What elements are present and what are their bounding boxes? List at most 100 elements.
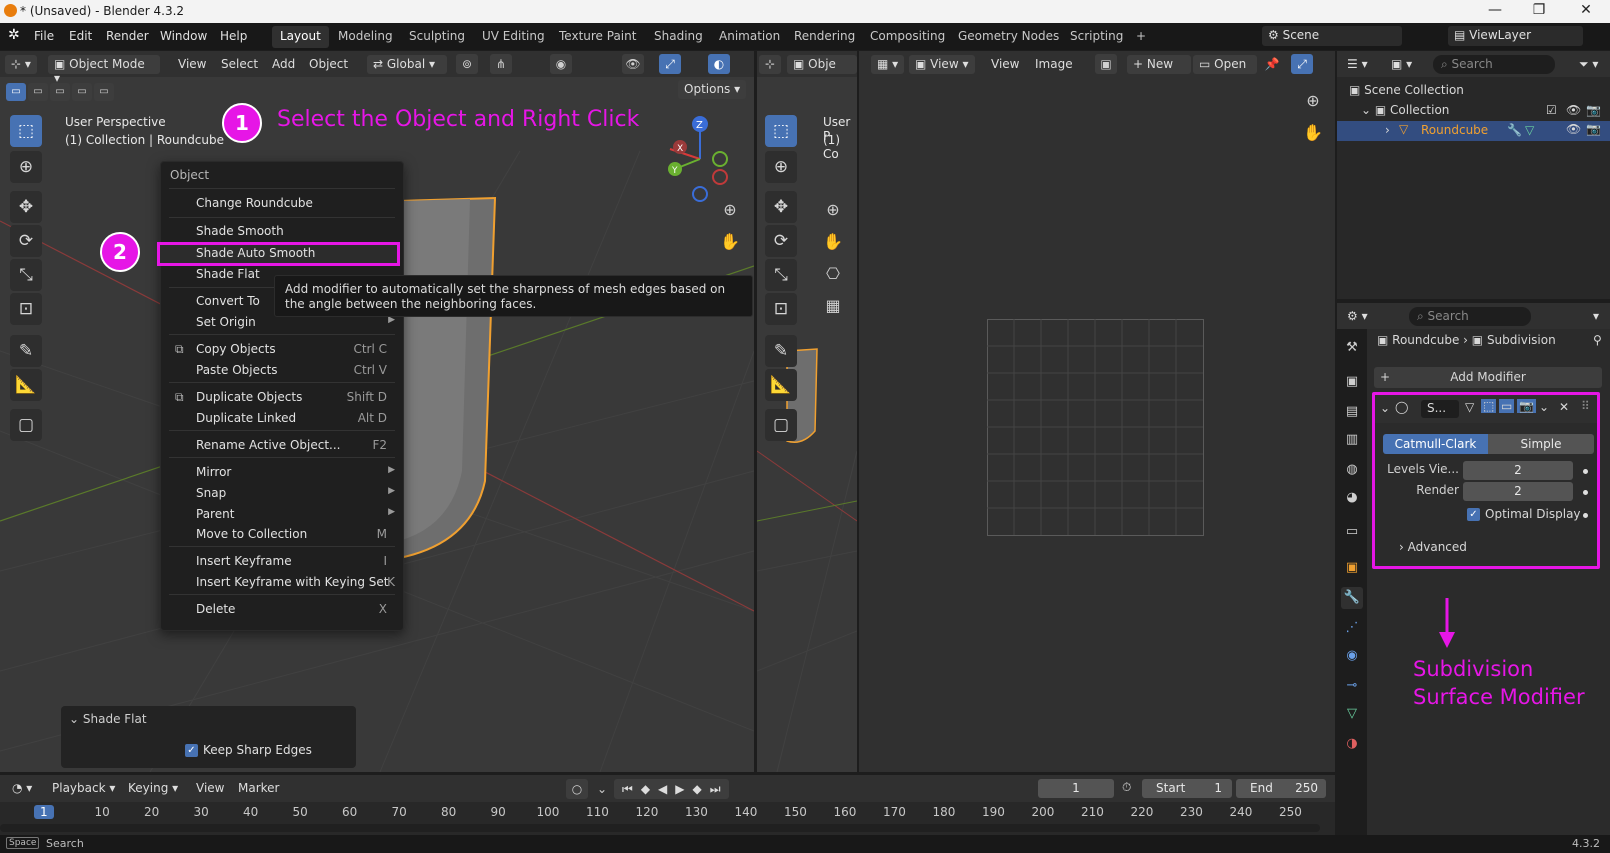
next-keyframe-icon[interactable]: ◆ bbox=[693, 782, 702, 796]
collection-tab-icon[interactable]: ▭ bbox=[1341, 521, 1363, 543]
annotate-tool[interactable]: ✎ bbox=[765, 335, 797, 367]
visibility-icon[interactable]: 👁 bbox=[622, 54, 644, 74]
select-extend-icon[interactable]: ▭ bbox=[28, 83, 48, 101]
view-mode-dropdown[interactable]: ▣ View ▾ bbox=[909, 55, 975, 74]
menu-item-duplicate-linked[interactable]: Duplicate Linked Alt D bbox=[161, 408, 403, 429]
menu-view[interactable]: View bbox=[172, 55, 212, 74]
remove-modifier-icon[interactable]: ✕ bbox=[1559, 400, 1569, 414]
proportional-edit-icon[interactable]: ◉ bbox=[550, 54, 572, 74]
zoom-icon[interactable]: ⊕ bbox=[1299, 87, 1327, 115]
material-tab-icon[interactable]: ◑ bbox=[1341, 733, 1363, 755]
object-mode-dropdown-secondary[interactable]: ▣ Obje bbox=[787, 55, 857, 74]
pan-hand-icon[interactable]: ✋ bbox=[819, 228, 847, 256]
menu-playback[interactable]: Playback ▾ bbox=[46, 779, 121, 798]
menu-view[interactable]: View bbox=[985, 55, 1025, 74]
move-tool[interactable]: ✥ bbox=[765, 191, 797, 223]
current-frame-field[interactable]: 1 bbox=[1038, 779, 1114, 798]
menu-image[interactable]: Image bbox=[1029, 55, 1079, 74]
menu-item-insert-keyframe-keying-set[interactable]: Insert Keyframe with Keying Set K bbox=[161, 572, 403, 593]
menu-item-paste-objects[interactable]: Paste Objects Ctrl V bbox=[161, 360, 403, 381]
timeline-editor-type[interactable]: ◔ ▾ bbox=[6, 779, 38, 798]
visibility-eye-icon[interactable]: 👁 bbox=[1566, 122, 1581, 136]
snap-icon[interactable]: ⋔ bbox=[490, 54, 512, 74]
add-cube-tool[interactable]: ▢ bbox=[765, 409, 797, 441]
properties-options-icon[interactable]: ▾ bbox=[1587, 307, 1605, 326]
select-invert-icon[interactable]: ▭ bbox=[72, 83, 92, 101]
pan-hand-icon[interactable]: ✋ bbox=[716, 228, 744, 256]
drag-handle-icon[interactable]: ⠿ bbox=[1581, 399, 1590, 413]
measure-tool[interactable]: 📐 bbox=[10, 369, 42, 401]
tab-uv-editing[interactable]: UV Editing bbox=[474, 26, 553, 48]
play-reverse-icon[interactable]: ◀ bbox=[658, 782, 667, 796]
select-new-icon[interactable]: ▭ bbox=[6, 83, 26, 101]
scale-tool[interactable]: ⤡ bbox=[765, 259, 797, 291]
pin-icon[interactable]: ⚲ bbox=[1593, 333, 1602, 347]
minimize-button[interactable]: — bbox=[1475, 2, 1515, 18]
jump-end-icon[interactable]: ⏭ bbox=[710, 782, 721, 797]
tab-layout[interactable]: Layout bbox=[272, 26, 329, 48]
options-dropdown[interactable]: Options ▾ bbox=[678, 80, 747, 99]
cursor-tool[interactable]: ⊕ bbox=[765, 151, 797, 183]
advanced-subpanel[interactable]: › Advanced bbox=[1399, 540, 1467, 554]
object-tab-icon[interactable]: ▣ bbox=[1341, 557, 1363, 579]
open-image-button[interactable]: ▭ Open bbox=[1193, 55, 1257, 74]
overlay-icon[interactable]: ◐ bbox=[708, 54, 730, 74]
menu-item-move-to-collection[interactable]: Move to Collection M bbox=[161, 524, 403, 545]
add-modifier-button[interactable]: + Add Modifier bbox=[1374, 367, 1602, 388]
render-tab-icon[interactable]: ▣ bbox=[1341, 371, 1363, 393]
world-tab-icon[interactable]: ◕ bbox=[1341, 487, 1363, 509]
zoom-icon[interactable]: ⊕ bbox=[819, 196, 847, 224]
modifier-wrench-icon[interactable]: 🔧 bbox=[1507, 123, 1522, 137]
checkbox-icon[interactable]: ✓ bbox=[185, 743, 198, 757]
tool-tab-icon[interactable]: ⚒ bbox=[1341, 337, 1363, 359]
catmull-clark-toggle[interactable]: Catmull-Clark bbox=[1383, 434, 1488, 454]
properties-editor-type[interactable]: ⚙ ▾ bbox=[1341, 307, 1374, 326]
tab-texture-paint[interactable]: Texture Paint bbox=[551, 26, 644, 48]
add-workspace-button[interactable]: + bbox=[1128, 26, 1154, 48]
scene-selector[interactable]: ⚙ Scene bbox=[1262, 26, 1402, 46]
render-camera-icon[interactable]: 📷 bbox=[1586, 122, 1601, 136]
roundcube-row[interactable]: › ▽ Roundcube 🔧 ▽ 👁 📷 bbox=[1337, 121, 1610, 141]
transform-tool[interactable]: ⊡ bbox=[10, 293, 42, 325]
exclude-checkbox-icon[interactable]: ☑ bbox=[1546, 103, 1557, 117]
editor-type-button[interactable]: ▦ ▾ bbox=[871, 55, 905, 74]
viewport-display-icon[interactable]: ▭ bbox=[1499, 399, 1515, 413]
close-button[interactable]: ✕ bbox=[1566, 2, 1606, 18]
menu-item-mirror[interactable]: Mirror ▶ bbox=[161, 462, 403, 483]
collection-row[interactable]: ⌄ ▣ Collection ☑ 👁 📷 bbox=[1361, 103, 1606, 117]
annotate-tool[interactable]: ✎ bbox=[10, 335, 42, 367]
scene-tab-icon[interactable]: ◍ bbox=[1341, 459, 1363, 481]
move-tool[interactable]: ✥ bbox=[10, 191, 42, 223]
image-browse-icon[interactable]: ▣ bbox=[1095, 54, 1117, 74]
blender-menu-icon[interactable]: ✲ bbox=[8, 27, 20, 43]
select-intersect-icon[interactable]: ▭ bbox=[94, 83, 114, 101]
menu-keying[interactable]: Keying ▾ bbox=[122, 779, 184, 798]
menu-render[interactable]: Render bbox=[106, 29, 149, 43]
pan-hand-icon[interactable]: ✋ bbox=[1299, 119, 1327, 147]
scale-tool[interactable]: ⤡ bbox=[10, 259, 42, 291]
timeline[interactable]: 1 10 20 30 40 50 60 70 80 90 100 110 120 130 140 150 160… bbox=[0, 802, 1335, 835]
object-mode-dropdown[interactable]: ▣ Object Mode ▾ bbox=[48, 55, 160, 85]
editor-type-button[interactable]: ⊹ ▾ bbox=[5, 55, 37, 74]
edit-cage-icon[interactable]: ▽ bbox=[1465, 400, 1474, 414]
menu-select[interactable]: Select bbox=[215, 55, 264, 74]
keyframe-dot-icon[interactable] bbox=[1583, 490, 1588, 495]
visibility-eye-icon[interactable]: 👁 bbox=[1566, 103, 1581, 117]
render-levels-field[interactable]: 2 bbox=[1463, 482, 1573, 501]
maximize-button[interactable]: ❐ bbox=[1519, 2, 1559, 18]
mesh-data-icon[interactable]: ▽ bbox=[1525, 123, 1534, 137]
keep-sharp-edges-option[interactable]: ✓ Keep Sharp Edges bbox=[185, 743, 312, 757]
outliner-search-input[interactable]: ⌕ Search bbox=[1433, 55, 1555, 74]
particles-tab-icon[interactable]: ⋰ bbox=[1341, 617, 1363, 639]
menu-add[interactable]: Add bbox=[266, 55, 301, 74]
timeline-scrollbar[interactable] bbox=[0, 824, 1320, 832]
viewlayer-selector[interactable]: ▤ ViewLayer bbox=[1448, 26, 1583, 46]
menu-object[interactable]: Object bbox=[303, 55, 354, 74]
pin-icon[interactable]: 📌 bbox=[1261, 54, 1283, 74]
cursor-tool[interactable]: ⊕ bbox=[10, 151, 42, 183]
render-camera-icon[interactable]: 📷 bbox=[1586, 103, 1601, 117]
menu-help[interactable]: Help bbox=[220, 29, 247, 43]
menu-file[interactable]: File bbox=[34, 29, 54, 43]
data-tab-icon[interactable]: ▽ bbox=[1341, 703, 1363, 725]
editor-type-button[interactable]: ⊹ bbox=[759, 55, 782, 74]
